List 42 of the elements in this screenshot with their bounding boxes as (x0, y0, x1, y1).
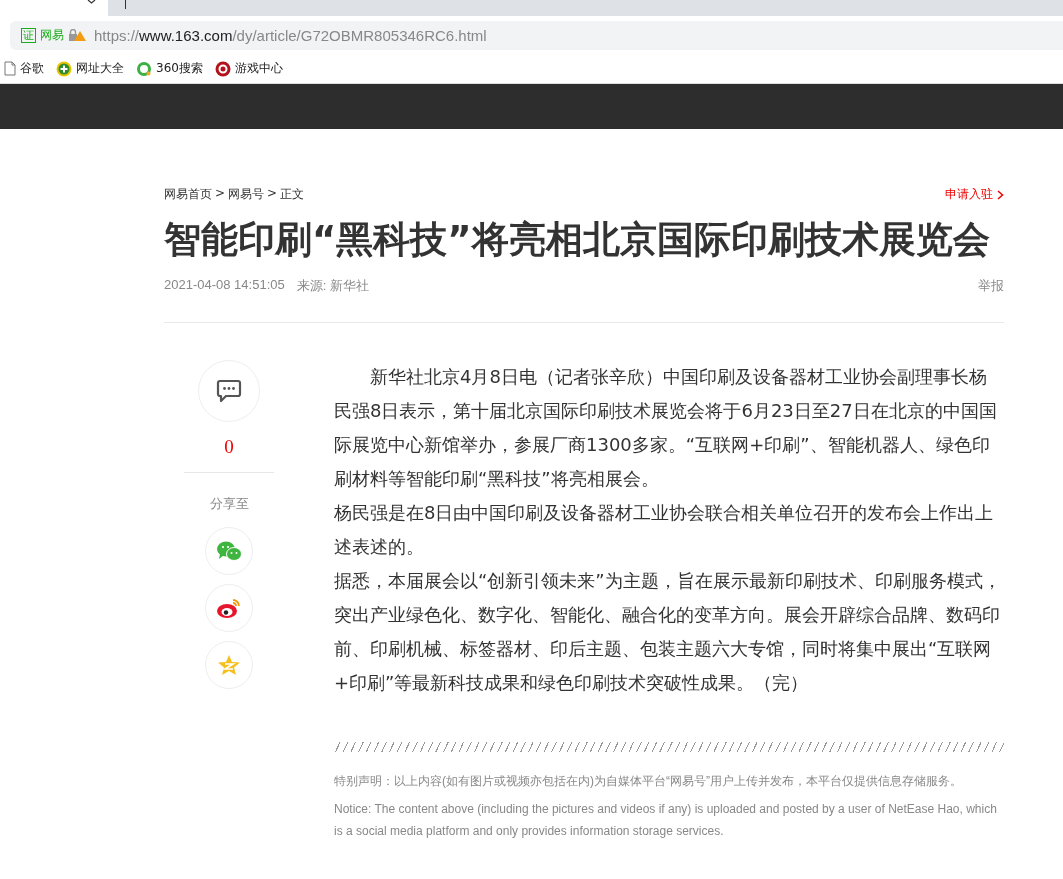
breadcrumb-link[interactable]: 网易首页 (164, 186, 212, 203)
bookmark-label: 网址大全 (76, 60, 124, 77)
article-source: 来源: 新华社 (296, 277, 369, 295)
bookmark-item[interactable]: 游戏中心 (214, 60, 283, 77)
bookmark-item[interactable]: 网址大全 (56, 60, 124, 77)
breadcrumb-link[interactable]: 正文 (280, 186, 305, 203)
warning-lock-icon (68, 29, 86, 41)
wechat-icon (216, 540, 242, 562)
bookmark-label: 360搜索 (156, 60, 203, 77)
url-text: https://www.163.com/dy/article/G72OBMR805346RC6.html (94, 26, 487, 44)
disclaimer-english: Notice: The content above (including the pictures and videos if any) is uploaded and posted by a user of NetEase Hao, which is a social media platform and only provides information storage services. (334, 801, 998, 840)
weibo-share-button[interactable] (205, 584, 253, 632)
apply-link[interactable]: 申请入驻 (945, 186, 1004, 203)
wechat-share-button[interactable] (205, 527, 253, 575)
site-label: 网易 (40, 26, 64, 44)
ring-icon (136, 60, 152, 77)
plus-circle-icon (56, 60, 72, 77)
weibo-icon (216, 597, 242, 619)
bookmark-label: 游戏中心 (234, 60, 283, 77)
breadcrumb-link[interactable]: 网易号 (228, 186, 265, 203)
article-title: 智能印刷“黑科技”将亮相北京国际印刷技术展览会 (164, 217, 991, 263)
comment-count[interactable]: 0 (224, 436, 234, 458)
certificate-badge: 证 (21, 27, 36, 43)
publish-time: 2021-04-08 14:51:05 (164, 277, 285, 294)
game-icon (214, 60, 231, 77)
article-paragraph: 杨民强是在8日由中国印刷及设备器材工业协会联合相关单位召开的发布会上作出上述表述的。 (334, 501, 995, 559)
article-paragraph: 据悉，本届展会以“创新引领未来”为主题，旨在展示最新印刷技术、印刷服务模式，突出产业绿色化、数字化、智能化、融合化的变革方向。展会开辟综合品牌、数码印前、印刷机械、标签器材、印后主题、包装主题六大专馆，同时将集中展出“互联网+印刷”等最新科技成果和绿色印刷技术突破性成果。（完） (334, 569, 1002, 695)
breadcrumb-separator: > (215, 186, 226, 202)
page-icon (4, 61, 16, 76)
article-paragraph: 新华社北京4月8日电（记者张辛欣）中国印刷及设备器材工业协会副理事长杨民强8日表示，第十届北京国际印刷技术展览会将于6月23日至27日在北京的中国国际展览中心新馆举办，参展厂商1300多家。“互联网+印刷”、智能机器人、绿色印刷材料等智能印刷“黑科技”将亮相展会。 (334, 365, 998, 491)
tab-divider (125, 0, 126, 9)
address-bar[interactable]: 证 网易 https://www.163.com/dy/article/G72OBMR805346RC6.html (10, 20, 1063, 50)
bookmark-item[interactable]: 360搜索 (136, 60, 203, 77)
report-link[interactable]: 举报 (978, 277, 1004, 295)
breadcrumb-separator: > (267, 186, 278, 202)
share-label: 分享至 (209, 495, 249, 513)
comment-icon (216, 379, 242, 403)
bookmark-item[interactable]: 谷歌 (4, 60, 44, 77)
qzone-star-icon (217, 654, 241, 676)
bookmark-label: 谷歌 (20, 60, 44, 77)
disclaimer-text: 特别声明：以上内容(如有图片或视频亦包括在内)为自媒体平台“网易号”用户上传并发布，本平台仅提供信息存储服务。 (334, 773, 963, 790)
chevron-right-icon (997, 189, 1004, 200)
